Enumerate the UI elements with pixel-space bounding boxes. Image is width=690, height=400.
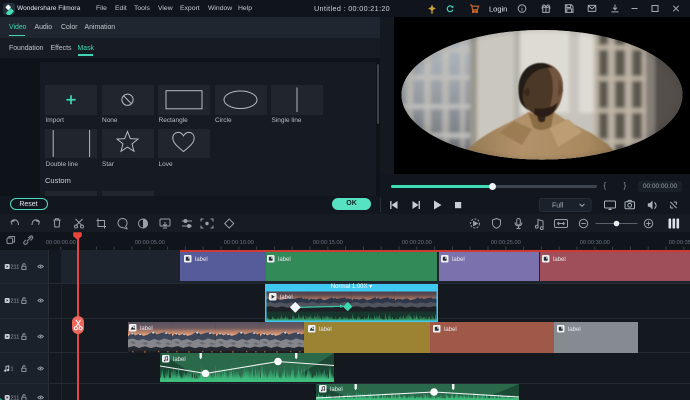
svg-text:label: label xyxy=(319,327,332,333)
svg-text:Login: Login xyxy=(489,5,507,14)
svg-text:label: label xyxy=(278,257,291,263)
svg-text:label: label xyxy=(568,327,581,333)
svg-text:211: 211 xyxy=(11,396,20,400)
svg-text:00:00:35.00: 00:00:35.00 xyxy=(669,240,690,246)
svg-text:00:00:25.00: 00:00:25.00 xyxy=(491,240,521,246)
svg-text:label: label xyxy=(280,295,293,301)
svg-text:211: 211 xyxy=(11,298,20,304)
svg-text:label: label xyxy=(330,387,343,393)
svg-text:00:00:15.00: 00:00:15.00 xyxy=(313,240,343,246)
svg-text:00:00:10.00: 00:00:10.00 xyxy=(224,240,254,246)
svg-text:1: 1 xyxy=(11,366,14,372)
svg-text:00:00:20.00: 00:00:20.00 xyxy=(402,240,432,246)
svg-text:label: label xyxy=(173,357,186,363)
svg-text:label: label xyxy=(553,257,566,263)
svg-text:00:00:05.00: 00:00:05.00 xyxy=(135,240,165,246)
svg-text:label: label xyxy=(444,327,457,333)
svg-text:label: label xyxy=(140,326,153,332)
svg-text:00:00:30.00: 00:00:30.00 xyxy=(580,240,610,246)
svg-text:00:00:00.00: 00:00:00.00 xyxy=(46,240,76,246)
svg-text:211: 211 xyxy=(11,334,20,340)
svg-text:Full: Full xyxy=(552,203,564,210)
svg-text:label: label xyxy=(195,257,208,263)
svg-text:211: 211 xyxy=(11,265,20,271)
svg-text:label: label xyxy=(452,257,465,263)
